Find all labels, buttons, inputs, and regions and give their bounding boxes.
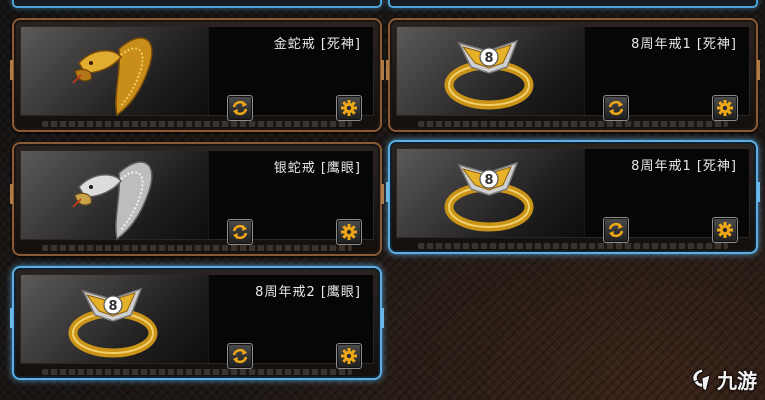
settings-button[interactable] bbox=[336, 219, 362, 245]
watermark-text: 九游 bbox=[717, 369, 757, 393]
anniversary-8-ring-icon: 8 bbox=[444, 161, 534, 232]
item-card-body: 8 8周年戒1 [死神] bbox=[396, 148, 750, 243]
gold-snake-ring-icon bbox=[72, 37, 153, 117]
frame-accent bbox=[374, 184, 384, 204]
frame-accent bbox=[374, 60, 384, 80]
watermark: 九游 bbox=[688, 365, 757, 394]
gear-icon bbox=[341, 224, 357, 240]
swap-icon bbox=[608, 222, 624, 238]
item-card-anniversary-ring-1-selected[interactable]: 8 8周年戒1 [死神] bbox=[386, 140, 760, 254]
partial-card-top-right[interactable] bbox=[388, 0, 758, 8]
gear-icon bbox=[717, 222, 733, 238]
item-name: 8周年戒1 [死神] bbox=[631, 159, 737, 174]
jiuyou-logo-icon bbox=[692, 368, 711, 392]
item-name: 银蛇戒 [鹰眼] bbox=[273, 161, 361, 176]
item-card-body: 8 8周年戒1 [死神] bbox=[396, 26, 750, 121]
ring-badge-text: 8 bbox=[484, 173, 493, 188]
swap-button[interactable] bbox=[227, 219, 253, 245]
swap-icon bbox=[608, 100, 624, 116]
ring-badge-text: 8 bbox=[484, 51, 493, 66]
settings-button[interactable] bbox=[712, 217, 738, 243]
item-card-anniversary-ring-1[interactable]: 8 8周年戒1 [死神] bbox=[386, 18, 760, 132]
swap-icon bbox=[232, 348, 248, 364]
gear-icon bbox=[717, 100, 733, 116]
frame-accent bbox=[10, 308, 20, 328]
card-bottom-bar bbox=[418, 121, 728, 127]
item-card-silver-snake-ring[interactable]: 银蛇戒 [鹰眼] bbox=[10, 142, 384, 256]
item-image-panel: 8 bbox=[397, 149, 585, 237]
partial-card-top-left[interactable] bbox=[12, 0, 382, 8]
settings-button[interactable] bbox=[712, 95, 738, 121]
card-bottom-bar bbox=[42, 121, 352, 127]
item-card-body: 金蛇戒 [死神] bbox=[20, 26, 374, 121]
card-bottom-bar bbox=[418, 243, 728, 249]
swap-button[interactable] bbox=[603, 217, 629, 243]
item-image-panel: 8 bbox=[397, 27, 585, 115]
gear-icon bbox=[341, 100, 357, 116]
item-name: 8周年戒2 [鹰眼] bbox=[255, 285, 361, 300]
card-bottom-bar bbox=[42, 245, 352, 251]
item-name: 金蛇戒 [死神] bbox=[273, 37, 361, 52]
item-card-body: 银蛇戒 [鹰眼] bbox=[20, 150, 374, 245]
settings-button[interactable] bbox=[336, 95, 362, 121]
item-name: 8周年戒1 [死神] bbox=[631, 37, 737, 52]
settings-button[interactable] bbox=[336, 343, 362, 369]
frame-accent bbox=[10, 184, 20, 204]
item-image-panel bbox=[21, 27, 209, 117]
ring-badge-text: 8 bbox=[108, 299, 117, 314]
anniversary-8-ring-icon: 8 bbox=[444, 39, 534, 110]
card-bottom-bar bbox=[42, 369, 352, 375]
item-card-gold-snake-ring[interactable]: 金蛇戒 [死神] bbox=[10, 18, 384, 132]
frame-accent bbox=[374, 308, 384, 328]
item-card-anniversary-ring-2-selected[interactable]: 8 8周年戒2 [鹰眼] bbox=[10, 266, 384, 380]
swap-button[interactable] bbox=[603, 95, 629, 121]
item-image-panel: 8 bbox=[21, 275, 209, 363]
silver-snake-ring-icon bbox=[72, 161, 153, 241]
frame-accent bbox=[750, 182, 760, 202]
swap-icon bbox=[232, 100, 248, 116]
item-card-body: 8 8周年戒2 [鹰眼] bbox=[20, 274, 374, 369]
anniversary-8-ring-icon: 8 bbox=[68, 287, 158, 358]
item-image-panel bbox=[21, 151, 209, 241]
swap-button[interactable] bbox=[227, 343, 253, 369]
frame-accent bbox=[386, 60, 396, 80]
swap-icon bbox=[232, 224, 248, 240]
frame-accent bbox=[10, 60, 20, 80]
gear-icon bbox=[341, 348, 357, 364]
frame-accent bbox=[386, 182, 396, 202]
swap-button[interactable] bbox=[227, 95, 253, 121]
frame-accent bbox=[750, 60, 760, 80]
